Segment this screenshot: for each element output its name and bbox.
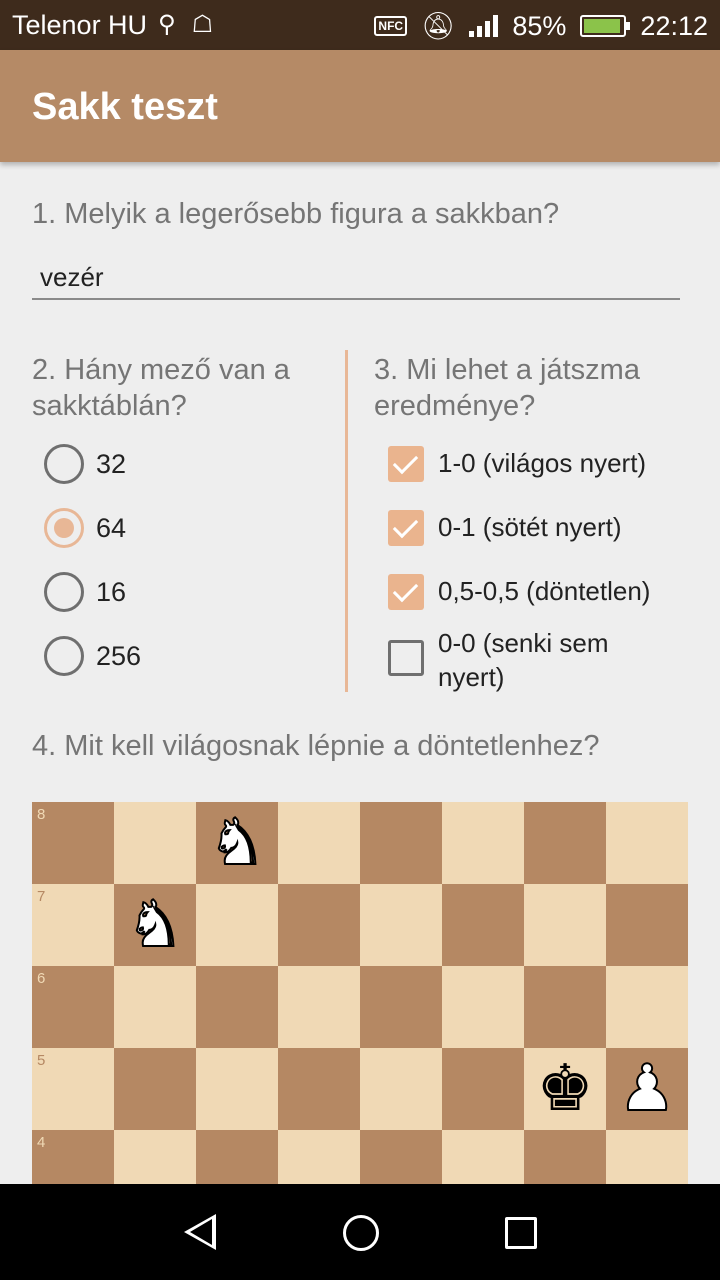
carrier-name: Telenor HU (12, 10, 148, 40)
back-icon[interactable] (184, 1214, 216, 1250)
answer-1-input[interactable]: vezér (32, 252, 680, 300)
home-icon[interactable] (343, 1215, 379, 1251)
square-a4[interactable]: 4 (32, 1130, 114, 1184)
square-h8[interactable] (606, 802, 688, 884)
radio-option-16[interactable]: 16 (44, 572, 126, 612)
column-divider (345, 350, 348, 692)
square-d8[interactable] (278, 802, 360, 884)
square-b4[interactable] (114, 1130, 196, 1184)
square-g6[interactable] (524, 966, 606, 1048)
radio-option-64[interactable]: 64 (44, 508, 126, 548)
signal-icon (469, 15, 499, 37)
battery-percent: 85% (512, 10, 567, 41)
white-knight-icon[interactable]: ♞ (196, 802, 278, 884)
navigation-bar (0, 1184, 720, 1280)
checkbox-checked[interactable] (388, 446, 424, 482)
square-h6[interactable] (606, 966, 688, 1048)
checkbox-option-black-wins[interactable]: 0-1 (sötét nyert) (388, 510, 678, 546)
checkbox-label: 0-1 (sötét nyert) (438, 512, 622, 542)
square-f5[interactable] (442, 1048, 524, 1130)
clock: 22:12 (640, 10, 708, 41)
square-c6[interactable] (196, 966, 278, 1048)
square-h5[interactable]: ♟ (606, 1048, 688, 1130)
radio-button[interactable] (44, 636, 84, 676)
question-3-section: 3. Mi lehet a játszma eredménye? 1-0 (vi… (374, 352, 694, 692)
square-c5[interactable] (196, 1048, 278, 1130)
square-f6[interactable] (442, 966, 524, 1048)
square-a5[interactable]: 5 (32, 1048, 114, 1130)
checkbox-option-white-wins[interactable]: 1-0 (világos nyert) (388, 446, 678, 482)
square-f7[interactable] (442, 884, 524, 966)
checkbox-option-nobody-wins[interactable]: 0-0 (senki sem nyert) (388, 626, 678, 694)
checkbox-label: 1-0 (világos nyert) (438, 448, 647, 478)
square-h4[interactable] (606, 1130, 688, 1184)
radio-label: 64 (96, 512, 127, 543)
black-king-icon[interactable]: ♚ (524, 1048, 606, 1130)
usb-icon: ⚲ (158, 11, 176, 38)
square-f8[interactable] (442, 802, 524, 884)
square-b7[interactable]: ♞ (114, 884, 196, 966)
square-d4[interactable] (278, 1130, 360, 1184)
square-e7[interactable] (360, 884, 442, 966)
square-g4[interactable] (524, 1130, 606, 1184)
question-1-label: 1. Melyik a legerősebb figura a sakkban? (32, 198, 560, 230)
question-2-section: 2. Hány mező van a sakktáblán? 32 64 16 … (32, 352, 332, 676)
white-knight-icon[interactable]: ♞ (114, 884, 196, 966)
radio-button[interactable] (44, 444, 84, 484)
app-title: Sakk teszt (32, 86, 218, 128)
checkbox-checked[interactable] (388, 574, 424, 610)
square-e6[interactable] (360, 966, 442, 1048)
square-g8[interactable] (524, 802, 606, 884)
white-pawn-icon[interactable]: ♟ (606, 1048, 688, 1130)
radio-option-256[interactable]: 256 (44, 636, 141, 676)
radio-button-selected[interactable] (44, 508, 84, 548)
radio-label: 32 (96, 448, 127, 479)
square-c8[interactable]: ♞ (196, 802, 278, 884)
recent-apps-icon[interactable] (505, 1217, 537, 1249)
rank-label: 5 (37, 1052, 46, 1069)
square-d5[interactable] (278, 1048, 360, 1130)
square-d7[interactable] (278, 884, 360, 966)
checkbox-option-draw[interactable]: 0,5-0,5 (döntetlen) (388, 574, 678, 610)
question-3-label: 3. Mi lehet a játszma eredménye? (374, 354, 640, 422)
square-e8[interactable] (360, 802, 442, 884)
question-4-label: 4. Mit kell világosnak lépnie a döntetle… (32, 730, 600, 762)
square-e4[interactable] (360, 1130, 442, 1184)
checkbox-checked[interactable] (388, 510, 424, 546)
square-e5[interactable] (360, 1048, 442, 1130)
square-g7[interactable] (524, 884, 606, 966)
android-debug-icon: ☖ (191, 11, 214, 38)
chess-board[interactable]: 8 ♞ 7 ♞ 6 5 ♚ ♟ 4 (32, 802, 688, 1184)
radio-button[interactable] (44, 572, 84, 612)
radio-label: 256 (96, 640, 142, 671)
square-b6[interactable] (114, 966, 196, 1048)
square-a6[interactable]: 6 (32, 966, 114, 1048)
square-a8[interactable]: 8 (32, 802, 114, 884)
square-b8[interactable] (114, 802, 196, 884)
square-c4[interactable] (196, 1130, 278, 1184)
checkbox-label: 0-0 (senki sem nyert) (438, 628, 609, 692)
app-bar: Sakk teszt (0, 50, 720, 162)
checkbox-label: 0,5-0,5 (döntetlen) (438, 576, 651, 606)
rank-label: 7 (37, 888, 46, 905)
status-bar: Telenor HU ⚲ ☖ NFC 🔕︎ 85% 22:12 (0, 0, 720, 50)
square-f4[interactable] (442, 1130, 524, 1184)
rank-label: 6 (37, 970, 46, 987)
square-a7[interactable]: 7 (32, 884, 114, 966)
radio-label: 16 (96, 576, 127, 607)
radio-option-32[interactable]: 32 (44, 444, 126, 484)
rank-label: 8 (37, 806, 46, 823)
square-h7[interactable] (606, 884, 688, 966)
checkbox-unchecked[interactable] (388, 640, 424, 676)
square-b5[interactable] (114, 1048, 196, 1130)
rank-label: 4 (37, 1134, 46, 1151)
battery-icon (580, 15, 631, 37)
mute-icon: 🔕︎ (421, 11, 456, 41)
square-c7[interactable] (196, 884, 278, 966)
nfc-icon: NFC (374, 16, 408, 36)
chess-board-grid: 8 ♞ 7 ♞ 6 5 ♚ ♟ 4 (32, 802, 688, 1184)
question-2-label: 2. Hány mező van a sakktáblán? (32, 354, 290, 422)
square-g5[interactable]: ♚ (524, 1048, 606, 1130)
square-d6[interactable] (278, 966, 360, 1048)
